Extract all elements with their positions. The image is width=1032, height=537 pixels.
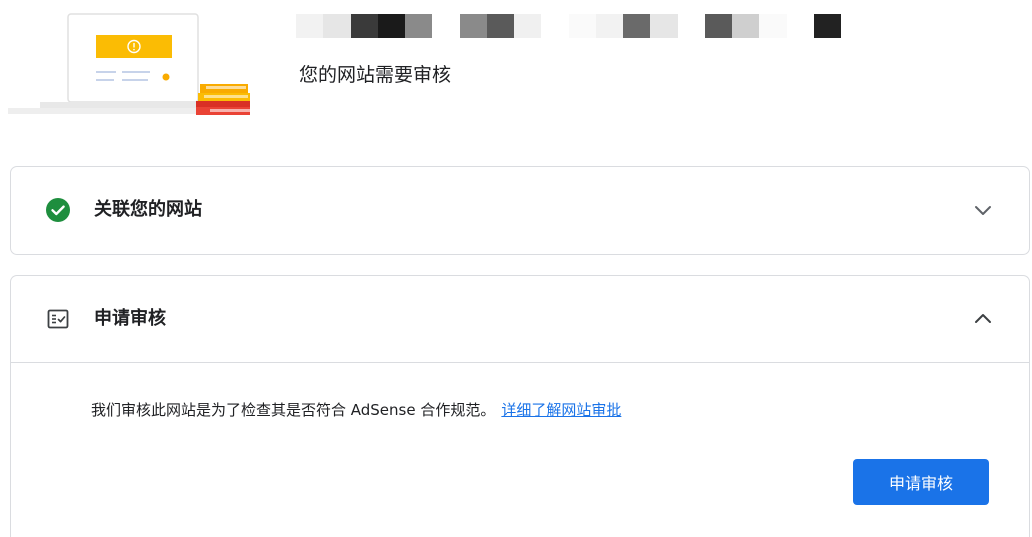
request-review-section-title: 申请审核: [94, 308, 166, 329]
redacted-block: [350, 14, 378, 38]
redacted-block: [568, 14, 596, 38]
chevron-down-icon[interactable]: [971, 198, 995, 222]
redacted-block: [650, 14, 678, 38]
redacted-site-name: [296, 14, 841, 38]
connect-site-section-header[interactable]: 关联您的网站: [11, 167, 1029, 254]
page-title: 您的网站需要审核: [299, 64, 452, 86]
page-header: 您的网站需要审核: [0, 0, 1032, 130]
redacted-block: [813, 14, 841, 38]
request-review-section: 申请审核 我们审核此网站是为了检查其是否符合 AdSense 合作规范。 详细了解…: [10, 275, 1030, 537]
redacted-block: [541, 14, 569, 38]
redacted-block: [323, 14, 351, 38]
site-review-illustration: [8, 13, 250, 115]
redacted-block: [432, 14, 460, 38]
redacted-block: [514, 14, 542, 38]
review-description-text: 我们审核此网站是为了检查其是否符合 AdSense 合作规范。: [91, 401, 496, 419]
connect-site-section-title: 关联您的网站: [94, 199, 202, 220]
redacted-block: [623, 14, 651, 38]
redacted-block: [459, 14, 487, 38]
redacted-block: [486, 14, 514, 38]
review-description: 我们审核此网站是为了检查其是否符合 AdSense 合作规范。 详细了解网站审批: [91, 399, 621, 421]
check-circle-icon: [46, 198, 70, 222]
redacted-block: [704, 14, 732, 38]
learn-more-link[interactable]: 详细了解网站审批: [501, 401, 621, 419]
request-review-button[interactable]: 申请审核: [853, 459, 989, 505]
redacted-block: [759, 14, 787, 38]
redacted-block: [595, 14, 623, 38]
redacted-block: [677, 14, 705, 38]
connect-site-section: 关联您的网站: [10, 166, 1030, 255]
checklist-icon: [47, 309, 69, 329]
request-review-section-header[interactable]: 申请审核: [11, 276, 1029, 363]
redacted-block: [732, 14, 760, 38]
redacted-block: [296, 14, 324, 38]
chevron-up-icon[interactable]: [971, 307, 995, 331]
redacted-block: [377, 14, 405, 38]
redacted-block: [405, 14, 433, 38]
redacted-block: [786, 14, 814, 38]
